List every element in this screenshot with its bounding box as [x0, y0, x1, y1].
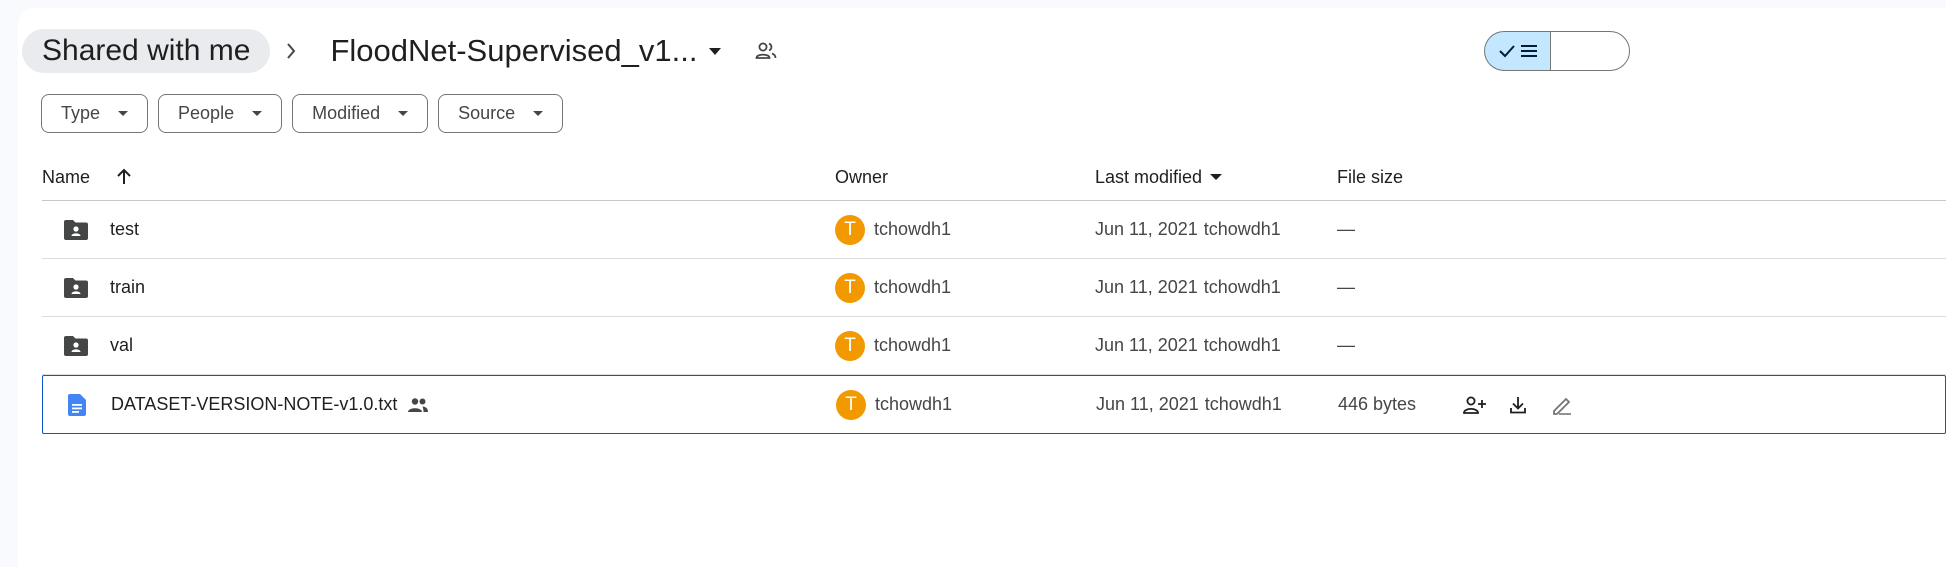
- modified-by: tchowdh1: [1204, 394, 1282, 414]
- caret-down-icon: [398, 111, 409, 116]
- document-icon: [63, 376, 91, 433]
- shared-people-icon: [407, 397, 429, 413]
- row-size: —: [1337, 277, 1355, 297]
- avatar: T: [835, 272, 865, 303]
- row-modified: Jun 11, 2021 tchowdh1: [1095, 317, 1281, 374]
- check-icon: [1498, 45, 1515, 58]
- filter-modified[interactable]: Modified: [292, 94, 429, 133]
- filter-source[interactable]: Source: [438, 94, 564, 133]
- caret-down-icon: [533, 111, 544, 116]
- column-owner[interactable]: Owner: [835, 155, 888, 199]
- owner-name: tchowdh1: [874, 335, 952, 355]
- avatar: T: [836, 389, 866, 420]
- breadcrumb: Shared with me FloodNet-Supervised_v1...: [22, 29, 781, 73]
- column-last-modified-label: Last modified: [1095, 166, 1203, 187]
- modified-date: Jun 11, 2021: [1095, 335, 1198, 355]
- filter-type-label: Type: [61, 103, 101, 123]
- table-row[interactable]: train T tchowdh1 Jun 11, 2021 tchowdh1 —: [42, 259, 1946, 317]
- table-row[interactable]: test T tchowdh1 Jun 11, 2021 tchowdh1 —: [42, 201, 1946, 259]
- rename-pencil-icon[interactable]: [1547, 390, 1577, 420]
- breadcrumb-shared-with-me[interactable]: Shared with me: [22, 29, 271, 73]
- row-actions: [1459, 376, 1577, 433]
- row-size: 446 bytes: [1338, 394, 1417, 414]
- caret-down-icon: [118, 111, 129, 116]
- row-owner: T tchowdh1: [835, 201, 951, 258]
- modified-date: Jun 11, 2021: [1096, 394, 1199, 414]
- modified-date: Jun 11, 2021: [1095, 219, 1198, 239]
- row-name: test: [110, 219, 140, 239]
- table-row[interactable]: val T tchowdh1 Jun 11, 2021 tchowdh1 —: [42, 317, 1946, 375]
- current-folder-title: FloodNet-Supervised_v1...: [330, 33, 698, 68]
- avatar: T: [835, 214, 865, 245]
- list-icon: [1520, 45, 1537, 57]
- row-modified: Jun 11, 2021 tchowdh1: [1095, 201, 1281, 258]
- grid-view-button[interactable]: [1550, 31, 1630, 71]
- row-name-cell: DATASET-VERSION-NOTE-v1.0.txt: [111, 376, 429, 433]
- list-view-button[interactable]: [1484, 31, 1550, 71]
- filter-people-label: People: [178, 103, 235, 123]
- row-name: train: [110, 277, 146, 297]
- owner-name: tchowdh1: [874, 219, 952, 239]
- modified-by: tchowdh1: [1203, 335, 1281, 355]
- chevron-right-icon: [276, 29, 306, 73]
- row-name: DATASET-VERSION-NOTE-v1.0.txt: [111, 394, 398, 414]
- filter-bar: Type People Modified Source: [41, 94, 564, 133]
- row-owner: T tchowdh1: [836, 376, 952, 433]
- column-name[interactable]: Name: [42, 155, 90, 199]
- modified-by: tchowdh1: [1203, 219, 1281, 239]
- current-folder-menu[interactable]: FloodNet-Supervised_v1...: [322, 29, 733, 73]
- table-header: Name Owner Last modified File size: [42, 155, 1946, 201]
- table-row-selected[interactable]: DATASET-VERSION-NOTE-v1.0.txt T tchowdh1…: [42, 375, 1946, 434]
- people-icon[interactable]: [751, 36, 781, 66]
- row-modified: Jun 11, 2021 tchowdh1: [1095, 259, 1281, 316]
- download-icon[interactable]: [1503, 390, 1533, 420]
- caret-down-icon: [709, 47, 722, 55]
- owner-name: tchowdh1: [874, 277, 952, 297]
- view-toggle: [1484, 31, 1630, 71]
- row-name: val: [110, 335, 134, 355]
- column-last-modified[interactable]: Last modified: [1095, 155, 1223, 199]
- column-file-size[interactable]: File size: [1337, 155, 1403, 199]
- row-owner: T tchowdh1: [835, 317, 951, 374]
- modified-by: tchowdh1: [1203, 277, 1281, 297]
- shared-folder-icon: [62, 317, 90, 374]
- owner-name: tchowdh1: [875, 394, 953, 414]
- share-add-person-icon[interactable]: [1459, 390, 1489, 420]
- sort-arrow-up-icon[interactable]: [112, 155, 136, 199]
- avatar: T: [835, 330, 865, 361]
- filter-source-label: Source: [458, 103, 516, 123]
- filter-modified-label: Modified: [312, 103, 381, 123]
- row-size: —: [1337, 335, 1355, 355]
- filter-people[interactable]: People: [158, 94, 283, 133]
- caret-down-icon: [252, 111, 263, 116]
- caret-down-icon: [1210, 174, 1223, 180]
- filter-type[interactable]: Type: [41, 94, 149, 133]
- row-modified: Jun 11, 2021 tchowdh1: [1096, 376, 1282, 433]
- row-size: —: [1337, 219, 1355, 239]
- shared-folder-icon: [62, 201, 90, 258]
- modified-date: Jun 11, 2021: [1095, 277, 1198, 297]
- row-owner: T tchowdh1: [835, 259, 951, 316]
- shared-folder-icon: [62, 259, 90, 316]
